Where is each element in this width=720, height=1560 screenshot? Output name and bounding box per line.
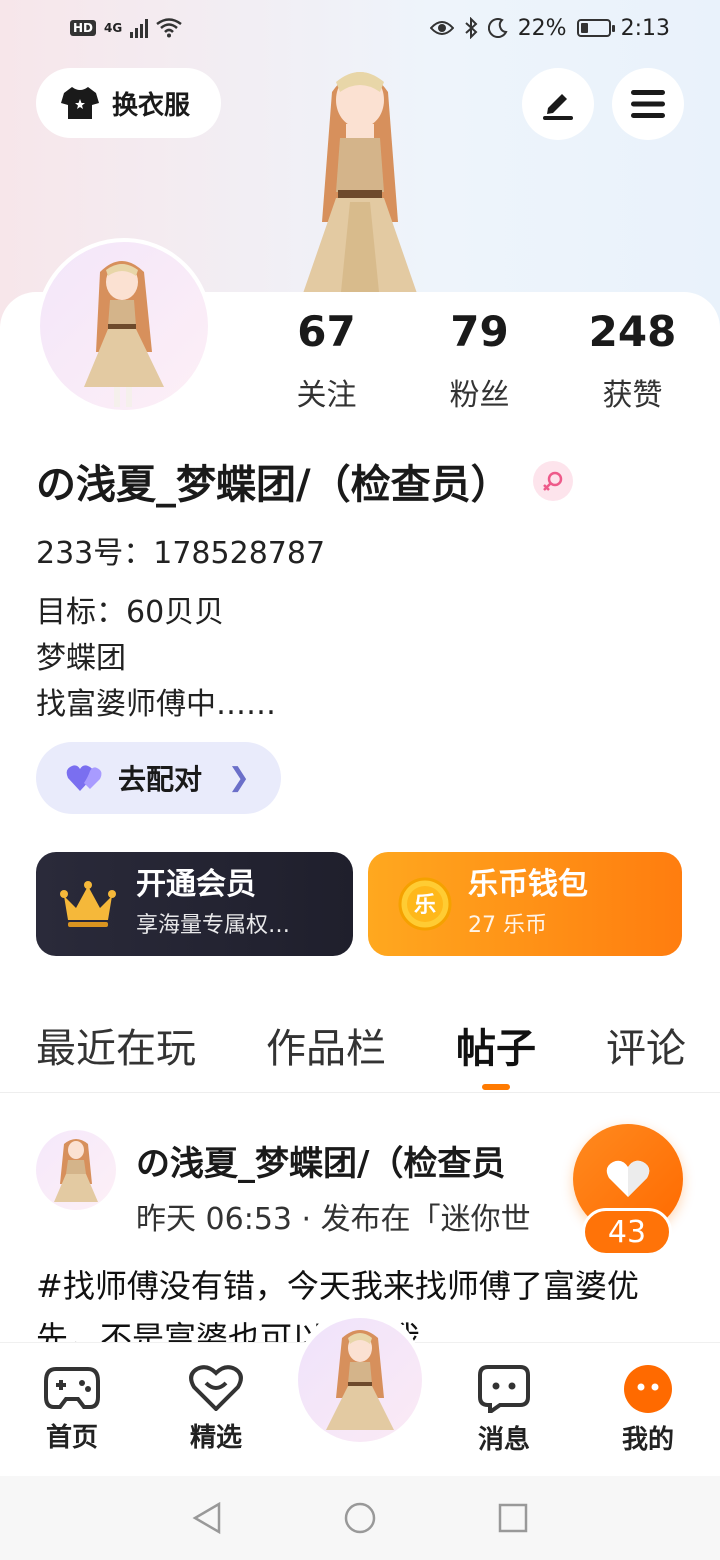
tab-comments[interactable]: 评论 (606, 1016, 686, 1074)
stat-value: 79 (450, 307, 509, 356)
username-row: の浅夏_梦蝶团/（检查员） (36, 452, 573, 510)
system-nav-bar (0, 1476, 720, 1560)
menu-button[interactable] (612, 68, 684, 140)
nav-label: 我的 (621, 1425, 674, 1455)
chat-icon (478, 1365, 530, 1413)
bio-line: 梦蝶团 (36, 641, 126, 676)
face-icon (624, 1365, 672, 1413)
hd-icon: HD (70, 20, 97, 36)
tab-works[interactable]: 作品栏 (266, 1016, 386, 1074)
moon-icon (487, 18, 508, 38)
coin-text: 乐 (414, 893, 436, 918)
wifi-icon (156, 18, 182, 38)
nav-center-avatar[interactable] (296, 1306, 424, 1456)
gamepad-icon (44, 1367, 100, 1409)
avatar[interactable] (36, 238, 212, 414)
coin-icon: 乐 (398, 877, 452, 931)
tab-posts[interactable]: 帖子 (456, 1016, 536, 1090)
bio-line: 目标：60贝贝 (36, 595, 225, 630)
stats-row: 67 关注 79 粉丝 248 获赞 (250, 306, 720, 414)
home-icon[interactable] (343, 1501, 377, 1535)
tshirt-icon (61, 87, 99, 119)
status-bar: HD 4G 22% 2:13 (0, 0, 720, 56)
battery-icon (576, 19, 615, 37)
battery-percent: 22% (517, 15, 567, 41)
bio-line: 找富婆师傅中…… (36, 687, 276, 722)
match-label: 去配对 (118, 763, 203, 796)
vip-title: 开通会员 (136, 867, 256, 902)
post-author-avatar[interactable] (36, 1130, 116, 1210)
chevron-right-icon: ❯ (228, 763, 250, 793)
wallet-card[interactable]: 乐 乐币钱包 27 乐币 (368, 852, 682, 956)
network-type: 4G (104, 21, 123, 35)
profile-tabs: 最近在玩 作品栏 帖子 评论 (36, 1016, 686, 1090)
stat-value: 67 (297, 307, 356, 356)
nav-featured[interactable]: 精选 (144, 1343, 288, 1476)
heart-icon (606, 1160, 650, 1197)
stat-label: 粉丝 (449, 378, 510, 413)
like-count: 43 (582, 1208, 672, 1256)
recents-icon[interactable] (497, 1502, 529, 1534)
nav-messages[interactable]: 消息 (432, 1343, 576, 1476)
back-icon[interactable] (191, 1501, 223, 1535)
heart-smile-icon (189, 1365, 243, 1411)
clock: 2:13 (620, 15, 670, 41)
stat-label: 获赞 (602, 378, 663, 413)
bio: 目标：60贝贝 梦蝶团 找富婆师傅中…… (36, 590, 276, 728)
bluetooth-icon (465, 17, 478, 39)
hamburger-icon (631, 90, 665, 118)
vip-subtitle: 享海量专属权… (136, 913, 291, 938)
post-author-name[interactable]: の浅夏_梦蝶团/（检查员 (136, 1136, 586, 1185)
nav-label: 消息 (477, 1425, 530, 1455)
female-icon (532, 461, 573, 501)
wallet-balance: 27 乐币 (468, 913, 547, 938)
vip-membership-card[interactable]: 开通会员 享海量专属权… (36, 852, 353, 956)
eye-icon (429, 21, 454, 35)
nav-home[interactable]: 首页 (0, 1343, 144, 1476)
wallet-title: 乐币钱包 (468, 867, 588, 902)
pen-icon (543, 94, 573, 120)
character-avatar (300, 72, 420, 302)
edit-profile-button[interactable] (522, 68, 594, 140)
stat-following[interactable]: 67 关注 (250, 306, 403, 414)
nav-mine[interactable]: 我的 (576, 1343, 720, 1476)
post-meta: 昨天 06:53 · 发布在「迷你世 (136, 1202, 531, 1237)
stat-label: 关注 (296, 378, 357, 413)
nav-label: 首页 (45, 1423, 98, 1453)
stat-value: 248 (588, 307, 677, 356)
hearts-icon (66, 765, 102, 791)
stat-likes[interactable]: 248 获赞 (556, 306, 709, 414)
match-button[interactable]: 去配对 ❯ (36, 742, 281, 814)
user-id: 233号：178528787 (36, 536, 326, 571)
change-outfit-button[interactable]: 换衣服 (36, 68, 221, 138)
signal-icon (130, 18, 149, 38)
nav-label: 精选 (189, 1423, 242, 1453)
crown-icon (60, 881, 116, 927)
tab-recent[interactable]: 最近在玩 (36, 1016, 196, 1074)
change-outfit-label: 换衣服 (112, 90, 191, 121)
stat-fans[interactable]: 79 粉丝 (403, 306, 556, 414)
username: の浅夏_梦蝶团/（检查员） (36, 462, 511, 508)
divider (0, 1092, 720, 1093)
